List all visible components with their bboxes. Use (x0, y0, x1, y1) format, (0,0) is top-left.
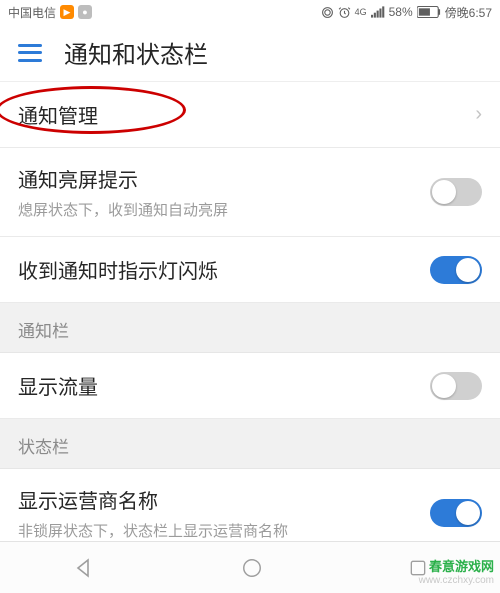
battery-pct-label: 58% (389, 5, 413, 19)
section-header-notification-panel: 通知栏 (0, 303, 500, 353)
row-led-blink[interactable]: 收到通知时指示灯闪烁 (0, 237, 500, 303)
eye-comfort-icon (321, 6, 334, 19)
section-header-status-bar: 状态栏 (0, 419, 500, 469)
alarm-icon (338, 6, 351, 19)
toggle-led-blink[interactable] (430, 256, 482, 284)
row-title: 通知管理 (18, 100, 98, 129)
watermark: 春意游戏网 www.czchxy.com (419, 559, 494, 587)
row-title: 收到通知时指示灯闪烁 (18, 255, 218, 284)
battery-icon (417, 6, 441, 18)
watermark-url: www.czchxy.com (419, 575, 494, 587)
app-header: 通知和状态栏 (0, 24, 500, 82)
clock-label: 傍晚6:57 (445, 4, 492, 21)
watermark-brand: 春意游戏网 (419, 559, 494, 575)
chevron-right-icon: › (475, 103, 482, 126)
menu-icon[interactable] (18, 44, 42, 62)
row-title: 通知亮屏提示 (18, 164, 228, 193)
row-wake-on-notification[interactable]: 通知亮屏提示 熄屏状态下，收到通知自动亮屏 (0, 148, 500, 237)
row-title: 显示运营商名称 (18, 485, 288, 514)
carrier-label: 中国电信 (8, 4, 56, 21)
row-show-traffic[interactable]: 显示流量 (0, 353, 500, 419)
nav-back-icon[interactable] (72, 556, 96, 580)
status-app-icon-1: ▶ (60, 5, 74, 19)
status-app-icon-2: ● (78, 5, 92, 19)
signal-icon (371, 6, 385, 18)
page-title: 通知和状态栏 (64, 35, 208, 70)
network-type-label: 4G (355, 7, 367, 17)
os-status-bar: 中国电信 ▶ ● 4G 58% 傍晚6:57 (0, 0, 500, 24)
toggle-wake-on-notification[interactable] (430, 178, 482, 206)
row-subtitle: 非锁屏状态下，状态栏上显示运营商名称 (18, 520, 288, 541)
toggle-show-traffic[interactable] (430, 372, 482, 400)
row-notification-management[interactable]: 通知管理 › (0, 82, 500, 148)
row-title: 显示流量 (18, 371, 98, 400)
toggle-show-carrier[interactable] (430, 499, 482, 527)
row-subtitle: 熄屏状态下，收到通知自动亮屏 (18, 199, 228, 220)
nav-home-icon[interactable] (241, 557, 263, 579)
